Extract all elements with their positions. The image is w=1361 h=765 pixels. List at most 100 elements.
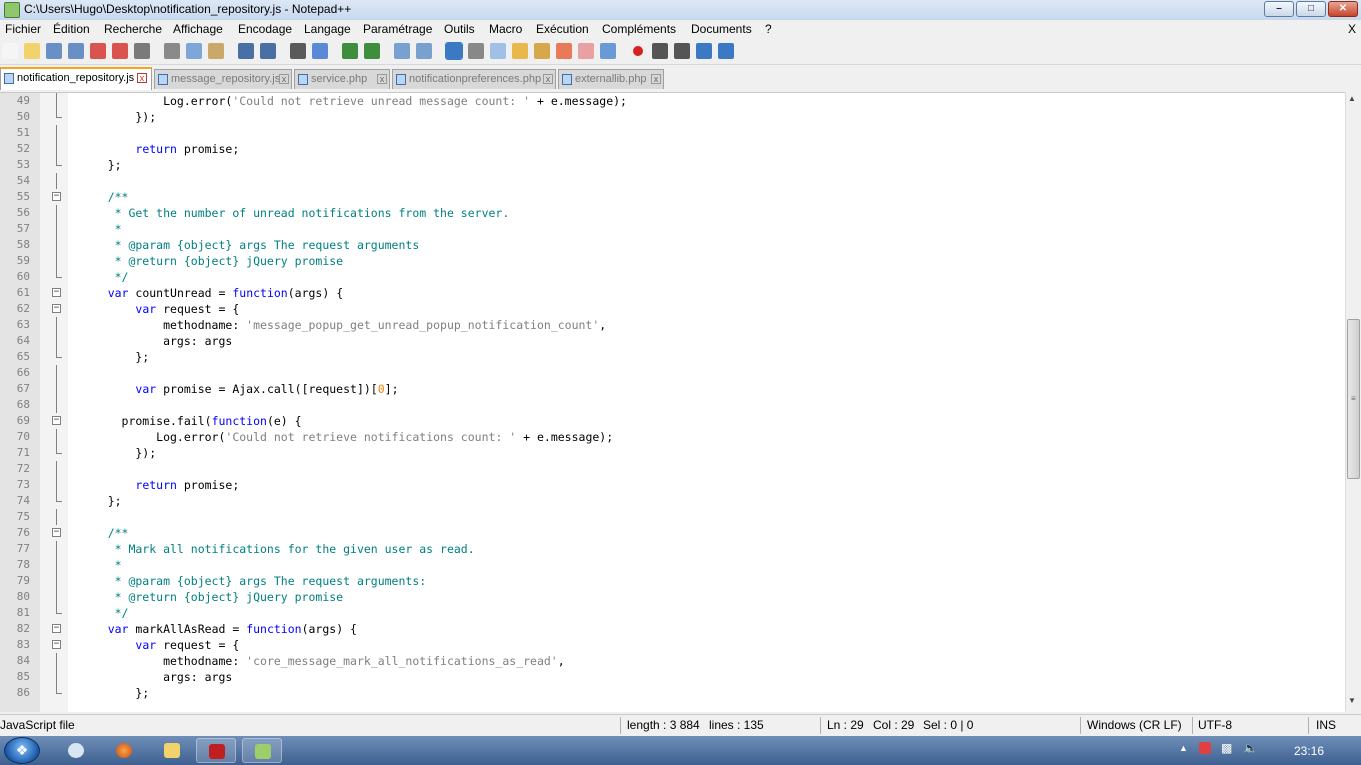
code-line[interactable]: 51 <box>0 125 1345 141</box>
code-line[interactable]: 49 Log.error('Could not retrieve unread … <box>0 93 1345 109</box>
replace-icon[interactable] <box>312 43 328 59</box>
code-line[interactable]: 78 * <box>0 557 1345 573</box>
tab-service-php[interactable]: service.php x <box>294 69 390 89</box>
code-line[interactable]: 71 }); <box>0 445 1345 461</box>
code-line[interactable]: 59 * @return {object} jQuery promise <box>0 253 1345 269</box>
code-line[interactable]: 75 <box>0 509 1345 525</box>
tab-notification-repository[interactable]: notification_repository.js x <box>0 67 152 90</box>
save-icon[interactable] <box>46 43 62 59</box>
code-line[interactable]: 72 <box>0 461 1345 477</box>
close-icon[interactable] <box>90 43 106 59</box>
record-macro-icon[interactable] <box>630 43 646 59</box>
maximize-button[interactable]: □ <box>1296 1 1326 17</box>
volume-icon[interactable]: 🔈 <box>1243 741 1258 755</box>
code-line[interactable]: 73 return promise; <box>0 477 1345 493</box>
zoom-in-icon[interactable] <box>342 43 358 59</box>
save-all-icon[interactable] <box>68 43 84 59</box>
zoom-out-icon[interactable] <box>364 43 380 59</box>
code-line[interactable]: 74 }; <box>0 493 1345 509</box>
fold-toggle-icon[interactable]: − <box>52 624 61 633</box>
start-button[interactable]: ❖ <box>4 737 40 764</box>
tab-notificationpreferences-php[interactable]: notificationpreferences.php x <box>392 69 556 89</box>
taskbar-folder[interactable] <box>152 738 192 763</box>
menu-encodage[interactable]: Encodage <box>238 22 292 36</box>
menu-parametrage[interactable]: Paramétrage <box>363 22 432 36</box>
code-line[interactable]: 64 args: args <box>0 333 1345 349</box>
copy-icon[interactable] <box>186 43 202 59</box>
fold-toggle-icon[interactable]: − <box>52 416 61 425</box>
tab-close-icon[interactable]: x <box>651 74 661 84</box>
code-line[interactable]: 68 <box>0 397 1345 413</box>
code-line[interactable]: 53 }; <box>0 157 1345 173</box>
code-line[interactable]: 70 Log.error('Could not retrieve notific… <box>0 429 1345 445</box>
code-line[interactable]: 60 */ <box>0 269 1345 285</box>
scrollbar-thumb[interactable]: ≡ <box>1347 319 1360 479</box>
code-line[interactable]: 54 <box>0 173 1345 189</box>
menu-execution[interactable]: Exécution <box>536 22 589 36</box>
code-line[interactable]: 67 var promise = Ajax.call([request])[0]… <box>0 381 1345 397</box>
menu-fichier[interactable]: Fichier <box>5 22 41 36</box>
close-all-icon[interactable] <box>112 43 128 59</box>
code-line[interactable]: 50 }); <box>0 109 1345 125</box>
menu-edition[interactable]: Édition <box>53 22 90 36</box>
indent-guide-icon[interactable] <box>490 43 506 59</box>
menu-recherche[interactable]: Recherche <box>104 22 162 36</box>
menu-affichage[interactable]: Affichage <box>173 22 223 36</box>
sync-horizontal-icon[interactable] <box>416 43 432 59</box>
print-icon[interactable] <box>134 43 150 59</box>
new-file-icon[interactable] <box>2 43 18 59</box>
code-line[interactable]: 65 }; <box>0 349 1345 365</box>
code-line[interactable]: 76 − /** <box>0 525 1345 541</box>
action-center-icon[interactable] <box>1199 742 1211 754</box>
code-line[interactable]: 69 − promise.fail(function(e) { <box>0 413 1345 429</box>
fold-toggle-icon[interactable]: − <box>52 192 61 201</box>
code-line[interactable]: 58 * @param {object} args The request ar… <box>0 237 1345 253</box>
code-line[interactable]: 61 − var countUnread = function(args) { <box>0 285 1345 301</box>
doc-map-icon[interactable] <box>534 43 550 59</box>
show-hidden-icons-icon[interactable]: ▲ <box>1179 743 1188 753</box>
play-macro-icon[interactable] <box>674 43 690 59</box>
tab-close-icon[interactable]: x <box>279 74 289 84</box>
code-line[interactable]: 56 * Get the number of unread notificati… <box>0 205 1345 221</box>
folder-workspace-icon[interactable] <box>578 43 594 59</box>
monitoring-icon[interactable] <box>600 43 616 59</box>
find-icon[interactable] <box>290 43 306 59</box>
vertical-scrollbar[interactable]: ▲ ≡ ▼ <box>1345 92 1361 711</box>
code-line[interactable]: 85 args: args <box>0 669 1345 685</box>
fold-toggle-icon[interactable]: − <box>52 288 61 297</box>
code-line[interactable]: 55 − /** <box>0 189 1345 205</box>
fold-toggle-icon[interactable]: − <box>52 640 61 649</box>
fold-toggle-icon[interactable]: − <box>52 528 61 537</box>
paste-icon[interactable] <box>208 43 224 59</box>
minimize-button[interactable]: – <box>1264 1 1294 17</box>
code-line[interactable]: 79 * @param {object} args The request ar… <box>0 573 1345 589</box>
close-window-button[interactable]: ✕ <box>1328 1 1358 17</box>
taskbar-explorer[interactable] <box>56 738 96 763</box>
code-line[interactable]: 82 − var markAllAsRead = function(args) { <box>0 621 1345 637</box>
menu-outils[interactable]: Outils <box>444 22 475 36</box>
stop-macro-icon[interactable] <box>652 43 668 59</box>
code-line[interactable]: 66 <box>0 365 1345 381</box>
taskbar-firefox[interactable] <box>104 738 144 763</box>
code-line[interactable]: 63 methodname: 'message_popup_get_unread… <box>0 317 1345 333</box>
code-line[interactable]: 83 − var request = { <box>0 637 1345 653</box>
undo-icon[interactable] <box>238 43 254 59</box>
word-wrap-icon[interactable] <box>445 42 463 60</box>
menu-help[interactable]: ? <box>765 22 772 36</box>
taskbar-filezilla[interactable] <box>196 738 236 763</box>
scroll-down-icon[interactable]: ▼ <box>1348 696 1356 705</box>
redo-icon[interactable] <box>260 43 276 59</box>
tab-close-icon[interactable]: x <box>377 74 387 84</box>
code-line[interactable]: 57 * <box>0 221 1345 237</box>
tab-message-repository[interactable]: message_repository.js x <box>154 69 292 89</box>
taskbar-clock[interactable]: 23:16 <box>1294 744 1324 758</box>
show-all-chars-icon[interactable] <box>468 43 484 59</box>
code-line[interactable]: 81 */ <box>0 605 1345 621</box>
menu-langage[interactable]: Langage <box>304 22 351 36</box>
code-line[interactable]: 80 * @return {object} jQuery promise <box>0 589 1345 605</box>
fold-toggle-icon[interactable]: − <box>52 304 61 313</box>
open-file-icon[interactable] <box>24 43 40 59</box>
code-line[interactable]: 77 * Mark all notifications for the give… <box>0 541 1345 557</box>
menu-documents[interactable]: Documents <box>691 22 752 36</box>
tab-externallib-php[interactable]: externallib.php x <box>558 69 664 89</box>
